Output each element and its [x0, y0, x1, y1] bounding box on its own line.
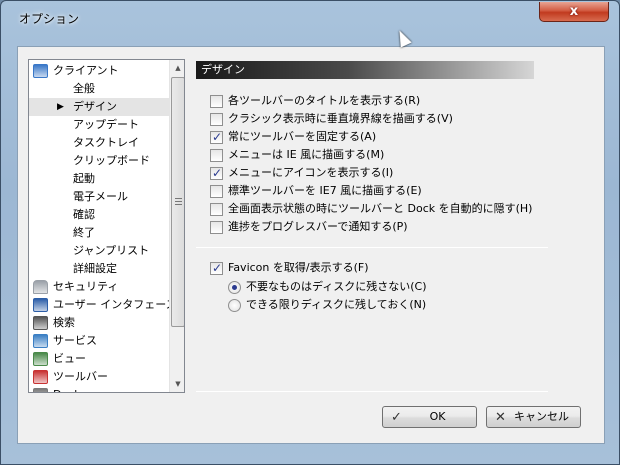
- scroll-up-icon[interactable]: ▲: [170, 60, 184, 76]
- category-tree[interactable]: クライアント 全般 ▶ デザインアップデート タスクトレイ クリップボード 起動電子メール確…: [28, 59, 185, 393]
- tree-item-label: サービス: [53, 334, 97, 347]
- option-checkbox[interactable]: [210, 185, 223, 198]
- tree-item[interactable]: 終了: [29, 224, 169, 242]
- window-title: オプション: [19, 12, 80, 26]
- close-icon: x: [569, 4, 579, 19]
- cancel-label: キャンセル: [514, 410, 569, 423]
- option-label: 常にツールバーを固定する(A): [228, 130, 377, 143]
- section-header: デザイン: [196, 61, 534, 79]
- title-bar[interactable]: オプション x: [1, 1, 619, 31]
- search-icon: [33, 316, 48, 330]
- dialog-body: クライアント 全般 ▶ デザインアップデート タスクトレイ クリップボード 起動電子メール確…: [17, 46, 605, 444]
- option-checkbox[interactable]: [210, 113, 223, 126]
- tree-item[interactable]: ツールバー: [29, 368, 169, 386]
- tree-item[interactable]: クライアント: [29, 62, 169, 80]
- dock-icon: [33, 388, 48, 392]
- tree-item-label: 検索: [53, 316, 75, 329]
- tree-item-label: 確認: [73, 208, 95, 221]
- option-label: 各ツールバーのタイトルを表示する(R): [228, 94, 421, 107]
- favicon-checkbox[interactable]: [210, 260, 223, 276]
- tree-item-label: デザイン: [73, 100, 117, 113]
- tree-item-label: 電子メール: [73, 190, 128, 203]
- close-window-button[interactable]: x: [539, 2, 609, 22]
- tree-item[interactable]: 確認: [29, 206, 169, 224]
- tree-item-label: ツールバー: [53, 370, 108, 383]
- option-radio[interactable]: [228, 299, 241, 312]
- ok-label: OK: [429, 410, 446, 423]
- tree-item[interactable]: セキュリティ: [29, 278, 169, 296]
- option-label: メニューにアイコンを表示する(I): [228, 166, 394, 179]
- client-icon: [33, 64, 48, 78]
- tree-item-label: ビュー: [53, 352, 86, 365]
- divider-bottom: [196, 391, 548, 392]
- tree-item[interactable]: 電子メール: [29, 188, 169, 206]
- tree-item-label: セキュリティ: [53, 280, 119, 293]
- tree-item[interactable]: ビュー: [29, 350, 169, 368]
- tree-item[interactable]: タスクトレイ: [29, 134, 169, 152]
- option-checkbox[interactable]: [210, 149, 223, 162]
- tree-item-label: 終了: [73, 226, 95, 239]
- tree-item[interactable]: ジャンプリスト: [29, 242, 169, 260]
- tree-item-label: ジャンプリスト: [73, 244, 150, 257]
- option-label: クラシック表示時に垂直境界線を描画する(V): [228, 112, 453, 125]
- option-checkbox[interactable]: [210, 221, 223, 234]
- option-label: 標準ツールバーを IE7 風に描画する(E): [228, 184, 422, 197]
- tree-item[interactable]: 起動: [29, 170, 169, 188]
- view-icon: [33, 352, 48, 366]
- option-checkbox[interactable]: [210, 165, 223, 181]
- option-label: 進捗をプログレスバーで通知する(P): [228, 220, 408, 233]
- tree-item-label: アップデート: [73, 118, 139, 131]
- tree-item[interactable]: ユーザー インタフェース: [29, 296, 177, 314]
- tree-item-label: クリップボード: [73, 154, 150, 167]
- option-label: 全画面表示状態の時にツールバーと Dock を自動的に隠す(H): [228, 202, 533, 215]
- option-radio[interactable]: [228, 281, 241, 294]
- tree-item[interactable]: 詳細設定: [29, 260, 169, 278]
- divider: [196, 247, 548, 248]
- cancel-button[interactable]: ✕ キャンセル: [486, 406, 581, 428]
- tree-item-label: Dock: [53, 386, 81, 392]
- tree-item[interactable]: アップデート: [29, 116, 169, 134]
- tree-item[interactable]: クリップボード: [29, 152, 169, 170]
- tree-item[interactable]: ▶ デザイン: [29, 98, 169, 116]
- tree-item-label: 全般: [73, 82, 95, 95]
- tree-arrow-icon: ▶: [57, 102, 64, 112]
- user-interface-icon: [33, 298, 48, 312]
- tree-item[interactable]: 検索: [29, 314, 169, 332]
- option-label: メニューは IE 風に描画する(M): [228, 148, 385, 161]
- tree-item[interactable]: Dock: [29, 386, 169, 392]
- tree-scrollbar[interactable]: ▲ ▼: [169, 60, 184, 392]
- favicon-label: Favicon を取得/表示する(F): [228, 261, 369, 274]
- tree-item-label: 起動: [73, 172, 95, 185]
- lock-icon: [33, 280, 48, 294]
- tree-item-label: 詳細設定: [73, 262, 117, 275]
- scroll-down-icon[interactable]: ▼: [170, 376, 184, 392]
- option-checkbox[interactable]: [210, 95, 223, 108]
- tree-item-label: ユーザー インタフェース: [53, 298, 177, 311]
- tree-item[interactable]: 全般: [29, 80, 169, 98]
- option-checkbox[interactable]: [210, 129, 223, 145]
- radio-label: 不要なものはディスクに残さない(C): [246, 280, 427, 293]
- scroll-thumb[interactable]: [171, 77, 184, 327]
- services-icon: [33, 334, 48, 348]
- tree-item-label: タスクトレイ: [73, 136, 139, 149]
- tree-item[interactable]: サービス: [29, 332, 169, 350]
- grip-icon: [175, 198, 182, 205]
- option-checkbox[interactable]: [210, 203, 223, 216]
- toolbar-icon: [33, 370, 48, 384]
- radio-label: できる限りディスクに残しておく(N): [246, 298, 427, 311]
- options-window: オプション x クライアント 全般 ▶ デザインアップデート タスクトレイ クリップボード…: [0, 0, 620, 465]
- tree-item-label: クライアント: [53, 64, 119, 77]
- ok-button[interactable]: ✓ OK: [382, 406, 477, 428]
